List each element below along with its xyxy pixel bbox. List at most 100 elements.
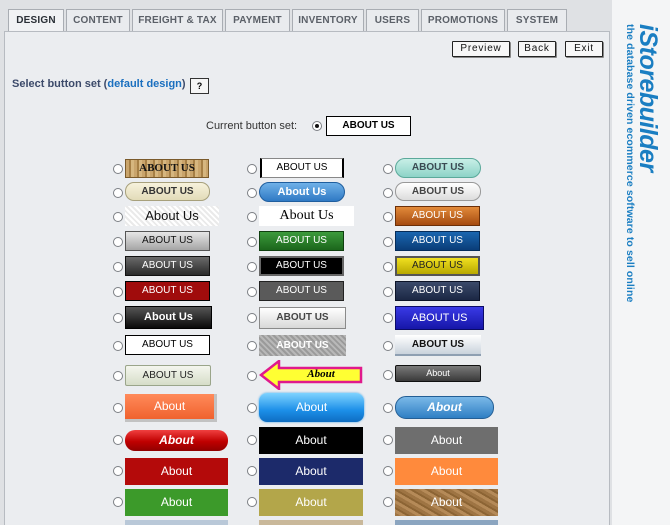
button-set-11-0[interactable]: About <box>125 458 228 485</box>
heading-prefix: Select button set ( <box>12 78 108 90</box>
button-set-3-1[interactable]: ABOUT US <box>259 231 344 251</box>
button-set-3-2[interactable]: ABOUT US <box>395 231 480 251</box>
tab-content[interactable]: CONTENT <box>66 9 130 31</box>
brand-logo: iStorebuilder the database driven ecomme… <box>624 24 662 302</box>
button-set-13-1-partial[interactable] <box>259 520 363 525</box>
button-set-10-1[interactable]: About <box>259 427 363 454</box>
radio-set-12-2[interactable] <box>383 497 393 507</box>
button-set-13-0-partial[interactable] <box>125 520 228 525</box>
button-set-8-2[interactable]: About <box>395 365 481 382</box>
button-set-12-2[interactable]: About <box>395 489 498 516</box>
button-set-8-1[interactable]: About <box>281 366 361 383</box>
brand-name: iStorebuilder <box>634 24 662 172</box>
radio-set-6-1[interactable] <box>247 313 257 323</box>
radio-set-10-2[interactable] <box>383 435 393 445</box>
button-set-2-0[interactable]: About Us <box>125 206 219 226</box>
button-set-0-2[interactable]: ABOUT US <box>395 158 481 178</box>
radio-set-8-2[interactable] <box>383 370 393 380</box>
button-set-4-2[interactable]: ABOUT US <box>395 256 480 276</box>
button-set-8-0[interactable]: ABOUT US <box>125 365 211 386</box>
button-set-5-0[interactable]: ABOUT US <box>125 281 210 301</box>
button-set-11-2[interactable]: About <box>395 458 498 485</box>
exit-button[interactable]: Exit <box>565 41 603 57</box>
button-set-12-1[interactable]: About <box>259 489 363 516</box>
preview-button[interactable]: Preview <box>452 41 510 57</box>
button-set-0-0[interactable]: ABOUT US <box>125 159 209 178</box>
button-set-7-2[interactable]: ABOUT US <box>395 335 481 356</box>
button-set-1-2[interactable]: ABOUT US <box>395 182 481 201</box>
button-set-5-1[interactable]: ABOUT US <box>259 281 344 301</box>
current-set-radio[interactable] <box>312 121 322 131</box>
button-set-5-2[interactable]: ABOUT US <box>395 281 480 301</box>
button-set-4-1[interactable]: ABOUT US <box>259 256 344 276</box>
radio-set-7-0[interactable] <box>113 341 123 351</box>
radio-set-5-2[interactable] <box>383 287 393 297</box>
radio-set-8-0[interactable] <box>113 371 123 381</box>
button-set-1-0[interactable]: ABOUT US <box>125 182 210 201</box>
radio-set-9-2[interactable] <box>383 403 393 413</box>
brand-sidebar: iStorebuilder the database driven ecomme… <box>612 0 670 525</box>
button-set-9-0[interactable]: About <box>125 394 217 422</box>
radio-set-3-1[interactable] <box>247 237 257 247</box>
brand-tagline: the database driven ecommerce software t… <box>624 24 636 303</box>
radio-set-7-1[interactable] <box>247 341 257 351</box>
tab-users[interactable]: USERS <box>366 9 419 31</box>
button-set-2-2[interactable]: ABOUT US <box>395 206 480 226</box>
help-button[interactable]: ? <box>190 78 209 94</box>
radio-set-4-0[interactable] <box>113 262 123 272</box>
radio-set-10-0[interactable] <box>113 435 123 445</box>
button-set-0-1[interactable]: ABOUT US <box>260 158 344 178</box>
radio-set-9-1[interactable] <box>247 403 257 413</box>
radio-set-9-0[interactable] <box>113 403 123 413</box>
button-set-6-1[interactable]: ABOUT US <box>259 307 346 329</box>
radio-set-4-2[interactable] <box>383 262 393 272</box>
radio-set-2-0[interactable] <box>113 212 123 222</box>
radio-set-3-2[interactable] <box>383 237 393 247</box>
button-set-4-0[interactable]: ABOUT US <box>125 256 210 276</box>
radio-set-2-1[interactable] <box>247 212 257 222</box>
radio-set-12-1[interactable] <box>247 497 257 507</box>
button-set-12-0[interactable]: About <box>125 489 228 516</box>
tab-inventory[interactable]: INVENTORY <box>292 9 364 31</box>
tab-freight-tax[interactable]: FREIGHT & TAX <box>132 9 223 31</box>
radio-set-11-0[interactable] <box>113 466 123 476</box>
tab-promotions[interactable]: PROMOTIONS <box>421 9 505 31</box>
radio-set-5-0[interactable] <box>113 287 123 297</box>
radio-set-4-1[interactable] <box>247 262 257 272</box>
button-set-10-2[interactable]: About <box>395 427 498 454</box>
button-set-11-1[interactable]: About <box>259 458 363 485</box>
radio-set-1-2[interactable] <box>383 188 393 198</box>
button-set-9-2[interactable]: About <box>395 396 494 419</box>
radio-set-8-1[interactable] <box>247 371 257 381</box>
radio-set-10-1[interactable] <box>247 435 257 445</box>
tab-payment[interactable]: PAYMENT <box>225 9 290 31</box>
radio-set-6-2[interactable] <box>383 313 393 323</box>
tab-design[interactable]: DESIGN <box>8 9 64 32</box>
radio-set-1-0[interactable] <box>113 188 123 198</box>
back-button[interactable]: Back <box>518 41 556 57</box>
radio-set-12-0[interactable] <box>113 497 123 507</box>
radio-set-0-2[interactable] <box>383 164 393 174</box>
radio-set-6-0[interactable] <box>113 313 123 323</box>
default-design-link[interactable]: default design <box>107 78 182 90</box>
radio-set-1-1[interactable] <box>247 188 257 198</box>
radio-set-2-2[interactable] <box>383 212 393 222</box>
radio-set-0-0[interactable] <box>113 164 123 174</box>
radio-set-11-2[interactable] <box>383 466 393 476</box>
radio-set-3-0[interactable] <box>113 237 123 247</box>
button-set-6-2[interactable]: ABOUT US <box>395 306 484 330</box>
button-set-3-0[interactable]: ABOUT US <box>125 231 210 251</box>
button-set-7-0[interactable]: ABOUT US <box>125 335 210 355</box>
button-set-13-2-partial[interactable] <box>395 520 498 525</box>
button-set-6-0[interactable]: About Us <box>125 306 212 329</box>
button-set-9-1[interactable]: About <box>259 393 364 422</box>
button-set-7-1[interactable]: ABOUT US <box>259 335 346 356</box>
radio-set-7-2[interactable] <box>383 341 393 351</box>
button-set-10-0[interactable]: About <box>125 430 228 451</box>
radio-set-0-1[interactable] <box>247 164 257 174</box>
radio-set-5-1[interactable] <box>247 287 257 297</box>
radio-set-11-1[interactable] <box>247 466 257 476</box>
button-set-1-1[interactable]: About Us <box>259 182 345 202</box>
button-set-2-1[interactable]: About Us <box>259 206 354 226</box>
tab-system[interactable]: SYSTEM <box>507 9 567 31</box>
